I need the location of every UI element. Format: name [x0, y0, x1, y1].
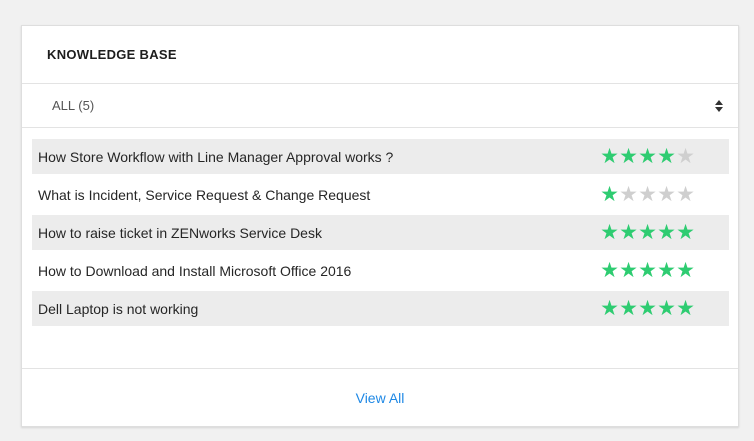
- star-filled-icon: ★: [676, 221, 695, 244]
- card-footer: View All: [22, 368, 738, 426]
- star-filled-icon: ★: [638, 259, 657, 282]
- article-row[interactable]: Dell Laptop is not working ★ ★ ★ ★ ★: [32, 291, 729, 326]
- knowledge-base-card: KNOWLEDGE BASE ALL (5) How Store Workflo…: [21, 25, 739, 427]
- filter-selected-value: ALL (5): [52, 98, 95, 113]
- star-filled-icon: ★: [657, 259, 676, 282]
- star-filled-icon: ★: [657, 221, 676, 244]
- star-filled-icon: ★: [619, 259, 638, 282]
- star-filled-icon: ★: [676, 259, 695, 282]
- article-row[interactable]: How to Download and Install Microsoft Of…: [32, 253, 729, 288]
- filter-select[interactable]: ALL (5): [22, 84, 738, 128]
- star-filled-icon: ★: [600, 221, 619, 244]
- star-filled-icon: ★: [676, 297, 695, 320]
- star-empty-icon: ★: [676, 183, 695, 206]
- star-empty-icon: ★: [657, 183, 676, 206]
- star-filled-icon: ★: [638, 221, 657, 244]
- star-filled-icon: ★: [600, 297, 619, 320]
- star-rating: ★ ★ ★ ★ ★: [600, 222, 695, 243]
- star-filled-icon: ★: [619, 221, 638, 244]
- star-empty-icon: ★: [638, 183, 657, 206]
- article-title[interactable]: How Store Workflow with Line Manager App…: [38, 149, 393, 165]
- view-all-link[interactable]: View All: [356, 390, 405, 406]
- article-title[interactable]: What is Incident, Service Request & Chan…: [38, 187, 370, 203]
- star-empty-icon: ★: [619, 183, 638, 206]
- card-title: KNOWLEDGE BASE: [47, 47, 177, 62]
- article-row[interactable]: How to raise ticket in ZENworks Service …: [32, 215, 729, 250]
- article-row[interactable]: How Store Workflow with Line Manager App…: [32, 139, 729, 174]
- star-rating: ★ ★ ★ ★ ★: [600, 184, 695, 205]
- star-filled-icon: ★: [600, 183, 619, 206]
- star-rating: ★ ★ ★ ★ ★: [600, 260, 695, 281]
- article-row[interactable]: What is Incident, Service Request & Chan…: [32, 177, 729, 212]
- star-filled-icon: ★: [657, 297, 676, 320]
- star-filled-icon: ★: [600, 259, 619, 282]
- article-list: How Store Workflow with Line Manager App…: [32, 139, 729, 329]
- star-rating: ★ ★ ★ ★ ★: [600, 298, 695, 319]
- star-filled-icon: ★: [619, 297, 638, 320]
- star-filled-icon: ★: [619, 145, 638, 168]
- sort-arrows-icon: [714, 99, 724, 113]
- star-filled-icon: ★: [600, 145, 619, 168]
- star-filled-icon: ★: [657, 145, 676, 168]
- article-title[interactable]: Dell Laptop is not working: [38, 301, 198, 317]
- star-rating: ★ ★ ★ ★ ★: [600, 146, 695, 167]
- star-filled-icon: ★: [638, 145, 657, 168]
- star-filled-icon: ★: [638, 297, 657, 320]
- article-title[interactable]: How to raise ticket in ZENworks Service …: [38, 225, 322, 241]
- article-title[interactable]: How to Download and Install Microsoft Of…: [38, 263, 351, 279]
- card-header: KNOWLEDGE BASE: [22, 26, 738, 84]
- star-empty-icon: ★: [676, 145, 695, 168]
